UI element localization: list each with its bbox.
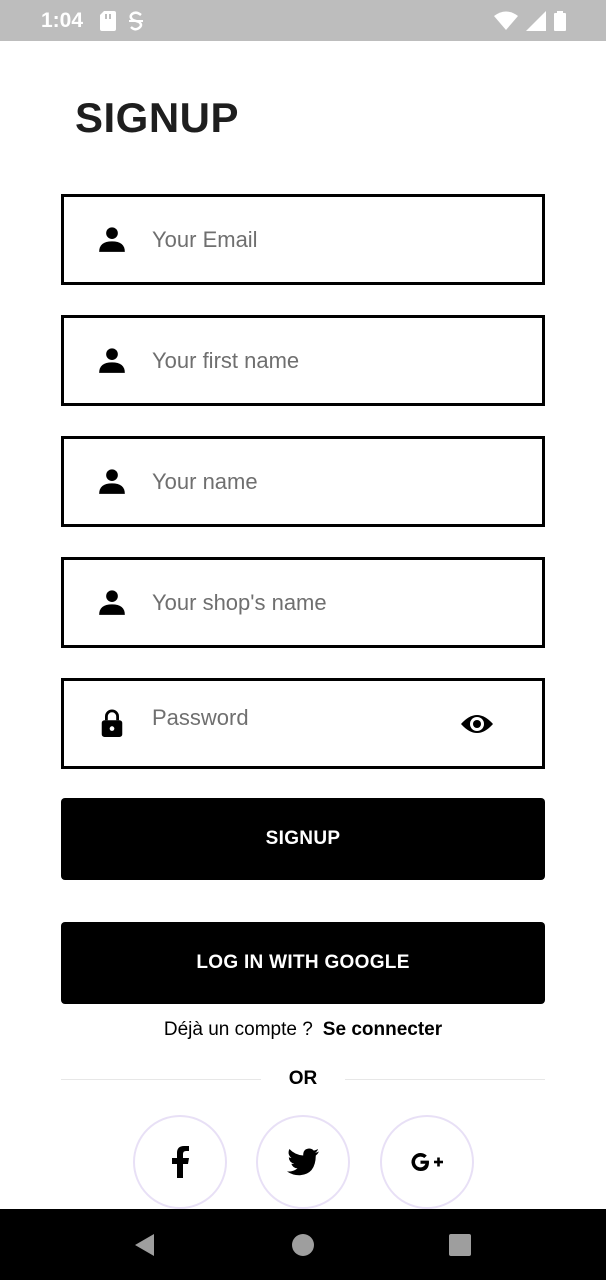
first-name-input[interactable] (152, 318, 452, 403)
wifi-icon (494, 11, 518, 30)
s-app-icon (129, 11, 143, 31)
or-divider: OR (61, 1067, 545, 1091)
password-input[interactable] (152, 675, 452, 760)
navigation-bar (0, 1209, 606, 1280)
google-plus-button[interactable] (380, 1115, 474, 1209)
person-icon (99, 227, 125, 252)
person-icon (99, 590, 125, 615)
twitter-button[interactable] (256, 1115, 350, 1209)
password-field[interactable] (61, 675, 545, 769)
facebook-icon (172, 1146, 189, 1178)
home-icon[interactable] (289, 1231, 317, 1259)
status-bar: 1:04 (0, 0, 606, 41)
first-name-field[interactable] (61, 315, 545, 406)
eye-icon[interactable] (460, 710, 494, 738)
status-left-icons (100, 11, 144, 31)
sd-card-icon (100, 11, 116, 31)
shop-name-field[interactable] (61, 557, 545, 648)
person-icon (99, 348, 125, 373)
name-field[interactable] (61, 436, 545, 527)
login-link[interactable]: Se connecter (323, 1019, 442, 1040)
login-question: Déjà un compte ? (163, 1019, 313, 1040)
name-input[interactable] (152, 439, 452, 524)
back-icon[interactable] (132, 1231, 160, 1259)
google-plus-icon (411, 1153, 443, 1171)
shop-name-input[interactable] (152, 560, 452, 645)
person-icon (99, 469, 125, 494)
battery-icon (554, 11, 566, 31)
recents-icon[interactable] (446, 1231, 474, 1259)
signal-icon (526, 11, 546, 31)
signup-button[interactable]: SIGNUP (61, 798, 545, 880)
facebook-button[interactable] (133, 1115, 227, 1209)
twitter-icon (287, 1148, 319, 1176)
google-login-button[interactable]: LOG IN WITH GOOGLE (61, 922, 545, 1004)
email-input[interactable] (152, 197, 452, 282)
status-time: 1:04 (41, 9, 84, 32)
login-prompt: Déjà un compte ? Se connecter (0, 1019, 606, 1041)
status-right-icons (494, 11, 566, 31)
lock-icon (101, 709, 123, 737)
divider-line-right (345, 1079, 545, 1080)
email-field[interactable] (61, 194, 545, 285)
page-title: SIGNUP (75, 94, 240, 141)
